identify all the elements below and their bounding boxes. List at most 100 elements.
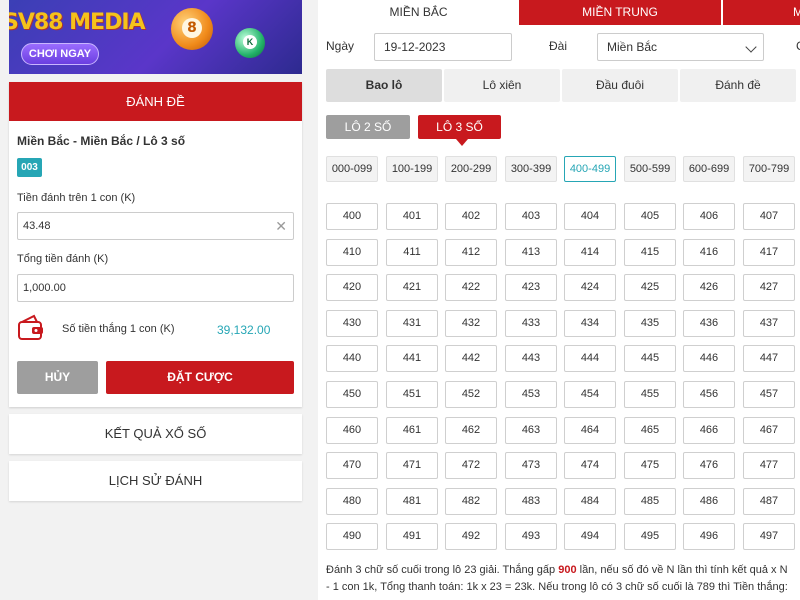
number-button[interactable]: 410	[326, 239, 378, 266]
number-button[interactable]: 492	[445, 523, 497, 550]
number-button[interactable]: 442	[445, 345, 497, 372]
cancel-button[interactable]: HỦY	[17, 361, 98, 394]
number-button[interactable]: 432	[445, 310, 497, 337]
number-button[interactable]: 441	[386, 345, 438, 372]
number-button[interactable]: 423	[505, 274, 557, 301]
clear-icon[interactable]: ✕	[275, 213, 287, 239]
number-button[interactable]: 496	[683, 523, 735, 550]
number-button[interactable]: 457	[743, 381, 795, 408]
place-bet-button[interactable]: ĐẶT CƯỢC	[106, 361, 294, 394]
lottery-results-link[interactable]: KẾT QUẢ XỔ SỐ	[9, 414, 302, 454]
range-button-100-199[interactable]: 100-199	[386, 156, 438, 182]
number-button[interactable]: 474	[564, 452, 616, 479]
number-button[interactable]: 407	[743, 203, 795, 230]
number-button[interactable]: 476	[683, 452, 735, 479]
range-button-200-299[interactable]: 200-299	[445, 156, 497, 182]
number-button[interactable]: 452	[445, 381, 497, 408]
number-button[interactable]: 473	[505, 452, 557, 479]
number-button[interactable]: 461	[386, 417, 438, 444]
tab-dau-duoi[interactable]: Đầu đuôi	[562, 69, 678, 102]
number-button[interactable]: 440	[326, 345, 378, 372]
number-button[interactable]: 400	[326, 203, 378, 230]
number-button[interactable]: 465	[624, 417, 676, 444]
number-button[interactable]: 431	[386, 310, 438, 337]
range-button-500-599[interactable]: 500-599	[624, 156, 676, 182]
number-button[interactable]: 495	[624, 523, 676, 550]
number-button[interactable]: 481	[386, 488, 438, 515]
number-button[interactable]: 430	[326, 310, 378, 337]
range-button-000-099[interactable]: 000-099	[326, 156, 378, 182]
number-button[interactable]: 405	[624, 203, 676, 230]
stake-input[interactable]: 43.48 ✕	[17, 212, 294, 240]
number-button[interactable]: 417	[743, 239, 795, 266]
number-button[interactable]: 466	[683, 417, 735, 444]
number-button[interactable]: 483	[505, 488, 557, 515]
tab-bao-lo[interactable]: Bao lô	[326, 69, 442, 102]
tab-lo-2-so[interactable]: LÔ 2 SỐ	[326, 115, 410, 139]
range-button-600-699[interactable]: 600-699	[683, 156, 735, 182]
number-button[interactable]: 411	[386, 239, 438, 266]
range-button-300-399[interactable]: 300-399	[505, 156, 557, 182]
number-button[interactable]: 487	[743, 488, 795, 515]
number-button[interactable]: 491	[386, 523, 438, 550]
number-button[interactable]: 406	[683, 203, 735, 230]
number-button[interactable]: 444	[564, 345, 616, 372]
total-input[interactable]: 1,000.00	[17, 274, 294, 302]
number-button[interactable]: 434	[564, 310, 616, 337]
play-now-button[interactable]: CHƠI NGAY	[21, 43, 99, 65]
tab-mien-nam[interactable]: M	[723, 0, 800, 25]
number-button[interactable]: 484	[564, 488, 616, 515]
number-button[interactable]: 477	[743, 452, 795, 479]
number-button[interactable]: 403	[505, 203, 557, 230]
number-button[interactable]: 424	[564, 274, 616, 301]
number-button[interactable]: 453	[505, 381, 557, 408]
number-button[interactable]: 493	[505, 523, 557, 550]
number-button[interactable]: 460	[326, 417, 378, 444]
number-button[interactable]: 486	[683, 488, 735, 515]
number-button[interactable]: 462	[445, 417, 497, 444]
range-button-400-499[interactable]: 400-499	[564, 156, 616, 182]
number-button[interactable]: 427	[743, 274, 795, 301]
number-button[interactable]: 447	[743, 345, 795, 372]
bet-history-link[interactable]: LỊCH SỬ ĐÁNH	[9, 461, 302, 501]
number-button[interactable]: 415	[624, 239, 676, 266]
number-button[interactable]: 472	[445, 452, 497, 479]
number-button[interactable]: 436	[683, 310, 735, 337]
number-button[interactable]: 425	[624, 274, 676, 301]
number-button[interactable]: 470	[326, 452, 378, 479]
number-button[interactable]: 404	[564, 203, 616, 230]
number-button[interactable]: 454	[564, 381, 616, 408]
number-button[interactable]: 490	[326, 523, 378, 550]
number-button[interactable]: 443	[505, 345, 557, 372]
number-button[interactable]: 414	[564, 239, 616, 266]
number-button[interactable]: 494	[564, 523, 616, 550]
number-button[interactable]: 455	[624, 381, 676, 408]
range-button-700-799[interactable]: 700-799	[743, 156, 795, 182]
number-button[interactable]: 475	[624, 452, 676, 479]
number-button[interactable]: 412	[445, 239, 497, 266]
number-button[interactable]: 464	[564, 417, 616, 444]
number-button[interactable]: 463	[505, 417, 557, 444]
number-button[interactable]: 450	[326, 381, 378, 408]
tab-danh-de[interactable]: Đánh đề	[680, 69, 796, 102]
number-button[interactable]: 416	[683, 239, 735, 266]
number-button[interactable]: 480	[326, 488, 378, 515]
date-field[interactable]: 19-12-2023	[374, 33, 512, 61]
number-button[interactable]: 401	[386, 203, 438, 230]
number-button[interactable]: 482	[445, 488, 497, 515]
number-button[interactable]: 471	[386, 452, 438, 479]
tab-lo-xien[interactable]: Lô xiên	[444, 69, 560, 102]
tab-lo-3-so[interactable]: LÔ 3 SỐ	[418, 115, 501, 146]
tab-mien-trung[interactable]: MIỀN TRUNG	[519, 0, 721, 25]
number-button[interactable]: 426	[683, 274, 735, 301]
number-button[interactable]: 451	[386, 381, 438, 408]
number-button[interactable]: 420	[326, 274, 378, 301]
number-button[interactable]: 497	[743, 523, 795, 550]
number-button[interactable]: 422	[445, 274, 497, 301]
tab-mien-bac[interactable]: MIỀN BẮC	[318, 0, 519, 25]
number-button[interactable]: 467	[743, 417, 795, 444]
number-button[interactable]: 435	[624, 310, 676, 337]
number-button[interactable]: 456	[683, 381, 735, 408]
number-button[interactable]: 446	[683, 345, 735, 372]
promo-banner[interactable]: SV88 MEDIA CHƠI NGAY 8 K	[9, 0, 302, 74]
